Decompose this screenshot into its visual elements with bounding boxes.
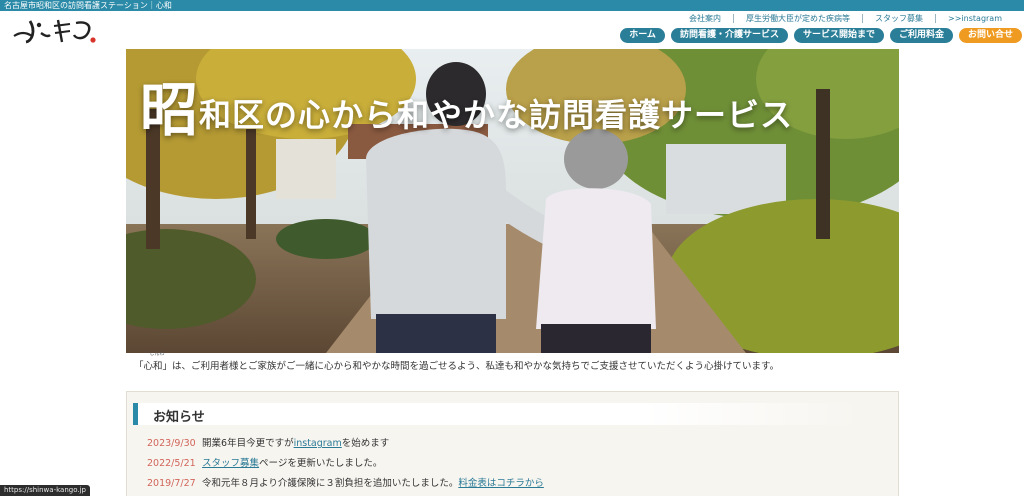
browser-status-url: https://shinwa-kango.jp bbox=[0, 485, 90, 496]
nav-fees-button[interactable]: ご利用料金 bbox=[889, 28, 953, 43]
news-item: 2019/7/27 令和元年８月より介護保険に３割負担を追加いたしました。料金表… bbox=[147, 478, 544, 489]
link-recruit[interactable]: スタッフ募集 bbox=[862, 14, 935, 23]
news-section: お知らせ 2023/9/30 開業6年目今更ですがinstagramを始めます … bbox=[126, 391, 899, 496]
main-nav: ホーム 訪問看護・介護サービス サービス開始まで ご利用料金 お問い合せ bbox=[620, 28, 1022, 43]
news-heading: お知らせ bbox=[133, 403, 863, 425]
news-item: 2022/5/21 スタッフ募集ページを更新いたしました。 bbox=[147, 458, 383, 469]
nav-home-button[interactable]: ホーム bbox=[620, 28, 665, 43]
news-link-instagram[interactable]: instagram bbox=[294, 438, 342, 449]
brand-name-ruby: しんわ 心和 bbox=[143, 351, 165, 372]
nav-services-button[interactable]: 訪問看護・介護サービス bbox=[670, 28, 788, 43]
news-item: 2023/9/30 開業6年目今更ですがinstagramを始めます bbox=[147, 438, 390, 449]
link-company[interactable]: 会社案内 bbox=[677, 14, 733, 23]
site-logo[interactable] bbox=[12, 15, 98, 45]
hero-banner: 昭和区の心から和やかな訪問看護サービス bbox=[126, 49, 899, 353]
nav-contact-button[interactable]: お問い合せ bbox=[958, 28, 1022, 43]
site-header: 会社案内 厚生労働大臣が定めた疾病等 スタッフ募集 >>instagram ホー… bbox=[0, 11, 1024, 49]
site-tagline: 名古屋市昭和区の訪問看護ステーション｜心和 bbox=[0, 0, 1024, 11]
link-designated-diseases[interactable]: 厚生労働大臣が定めた疾病等 bbox=[733, 14, 862, 23]
news-link-fee-table[interactable]: 料金表はコチラから bbox=[458, 478, 544, 489]
news-link-recruit[interactable]: スタッフ募集 bbox=[202, 458, 259, 469]
intro-text: 「しんわ 心和」は、ご利用者様とご家族がご一緒に心から和やかな時間を過ごせるよう、… bbox=[134, 351, 780, 372]
nav-start-button[interactable]: サービス開始まで bbox=[793, 28, 884, 43]
hero-title: 昭和区の心から和やかな訪問看護サービス bbox=[140, 76, 794, 144]
logo-mark-icon bbox=[13, 19, 96, 44]
utility-links: 会社案内 厚生労働大臣が定めた疾病等 スタッフ募集 >>instagram bbox=[677, 14, 1014, 23]
link-instagram[interactable]: >>instagram bbox=[935, 14, 1014, 23]
